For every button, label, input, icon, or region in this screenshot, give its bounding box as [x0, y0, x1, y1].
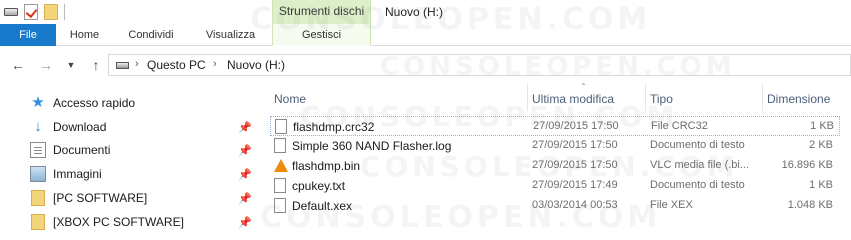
breadcrumb-chevron-icon[interactable]: ›	[213, 58, 217, 70]
text-file-icon	[274, 138, 286, 153]
file-name: cpukey.txt	[292, 179, 346, 193]
column-header-modified[interactable]: Ultima modifica	[528, 84, 646, 111]
file-size: 2 KB	[809, 139, 833, 151]
tab-manage[interactable]: Gestisci	[272, 24, 371, 46]
tab-view[interactable]: Visualizza	[189, 24, 272, 46]
file-type: File CRC32	[651, 120, 708, 132]
file-name: Default.xex	[292, 199, 353, 213]
column-header-type[interactable]: Tipo	[646, 84, 763, 111]
drive-icon[interactable]	[4, 8, 18, 16]
file-name: flashdmp.bin	[292, 159, 361, 173]
context-tab-group-header: Strumenti dischi	[272, 0, 371, 24]
download-icon: ↓	[34, 118, 42, 135]
file-icon	[274, 198, 286, 213]
file-row[interactable]: Simple 360 NAND Flasher.log 27/09/2015 1…	[270, 136, 840, 156]
column-header-label: Ultima modifica	[532, 92, 615, 106]
file-row[interactable]: cpukey.txt 27/09/2015 17:49 Documento di…	[270, 176, 840, 196]
navigation-pane: ★ Accesso rapido ↓ Download 📌 Documenti …	[0, 84, 258, 240]
nav-item-download[interactable]: ↓ Download 📌	[0, 116, 258, 138]
pin-icon[interactable]: 📌	[238, 216, 252, 229]
file-type: Documento di testo	[650, 139, 745, 151]
breadcrumb-current-drive[interactable]: Nuovo (H:)	[227, 58, 285, 72]
forward-arrow-icon[interactable]: →	[38, 57, 54, 73]
pin-icon[interactable]: 📌	[238, 168, 252, 181]
nav-item-xbox-pc-software[interactable]: [XBOX PC SOFTWARE] 📌	[0, 211, 258, 233]
column-header-size[interactable]: Dimensione	[763, 84, 834, 111]
title-bar: Strumenti dischi Nuovo (H:)	[0, 0, 851, 24]
file-modified: 27/09/2015 17:50	[532, 139, 618, 151]
file-icon	[275, 119, 287, 134]
file-type: File XEX	[650, 199, 693, 211]
star-icon: ★	[31, 94, 45, 111]
column-header-label: Dimensione	[767, 92, 831, 106]
file-size: 1 KB	[810, 120, 834, 132]
new-folder-icon[interactable]	[44, 4, 58, 20]
file-size: 1 KB	[809, 179, 833, 191]
file-modified: 27/09/2015 17:50	[532, 159, 618, 171]
file-size: 1.048 KB	[787, 199, 833, 211]
file-name: Simple 360 NAND Flasher.log	[292, 139, 452, 153]
file-modified: 27/09/2015 17:49	[532, 179, 618, 191]
properties-icon[interactable]	[24, 4, 38, 20]
address-bar[interactable]: › Questo PC › Nuovo (H:)	[108, 54, 851, 76]
file-modified: 03/03/2014 00:53	[532, 199, 618, 211]
nav-item-documents[interactable]: Documenti 📌	[0, 139, 258, 161]
drive-icon	[116, 62, 129, 69]
nav-item-label: Accesso rapido	[53, 96, 136, 110]
ribbon-tabs: File Home Condividi Visualizza Gestisci	[0, 24, 851, 46]
nav-item-label: [XBOX PC SOFTWARE]	[53, 215, 184, 229]
pin-icon[interactable]: 📌	[238, 192, 252, 205]
column-header-label: Nome	[274, 92, 307, 106]
file-modified: 27/09/2015 17:50	[533, 120, 619, 132]
nav-item-label: Documenti	[53, 143, 111, 157]
toolbar-separator	[64, 4, 65, 20]
up-arrow-icon[interactable]: ↑	[88, 57, 104, 73]
file-row[interactable]: flashdmp.bin 27/09/2015 17:50 VLC media …	[270, 156, 840, 176]
file-list: ⌃ Nome Ultima modifica Tipo Dimensione f…	[270, 82, 851, 240]
nav-item-quick-access[interactable]: ★ Accesso rapido	[0, 92, 258, 114]
navigation-bar: ← → ▼ ↑ › Questo PC › Nuovo (H:)	[0, 46, 851, 84]
recent-locations-chevron-icon[interactable]: ▼	[66, 57, 76, 73]
back-arrow-icon[interactable]: ←	[10, 57, 26, 73]
file-row[interactable]: Default.xex 03/03/2014 00:53 File XEX 1.…	[270, 196, 840, 216]
quick-access-toolbar	[4, 3, 65, 21]
column-header-label: Tipo	[650, 92, 673, 106]
file-row[interactable]: flashdmp.crc32 27/09/2015 17:50 File CRC…	[270, 116, 840, 136]
file-type: Documento di testo	[650, 179, 745, 191]
pictures-icon	[30, 166, 46, 182]
vlc-icon	[274, 158, 288, 173]
tab-home[interactable]: Home	[56, 24, 113, 46]
folder-icon	[31, 214, 45, 230]
file-type: VLC media file (.bi...	[650, 159, 750, 171]
nav-item-pictures[interactable]: Immagini 📌	[0, 163, 258, 185]
nav-item-label: Download	[53, 120, 107, 134]
text-file-icon	[274, 178, 286, 193]
pin-icon[interactable]: 📌	[238, 121, 252, 134]
nav-item-label: Immagini	[53, 167, 102, 181]
folder-icon	[31, 190, 45, 206]
nav-item-pc-software[interactable]: [PC SOFTWARE] 📌	[0, 187, 258, 209]
window-title: Nuovo (H:)	[385, 5, 444, 19]
file-name: flashdmp.crc32	[293, 120, 375, 134]
context-tab-group-label: Strumenti dischi	[278, 4, 365, 18]
documents-icon	[30, 142, 46, 158]
tab-share[interactable]: Condividi	[113, 24, 189, 46]
file-size: 16.896 KB	[781, 159, 833, 171]
nav-item-label: [PC SOFTWARE]	[53, 191, 148, 205]
breadcrumb-this-pc[interactable]: Questo PC	[147, 58, 206, 72]
breadcrumb-chevron-icon[interactable]: ›	[135, 58, 139, 70]
column-header-name[interactable]: Nome	[270, 84, 528, 111]
pin-icon[interactable]: 📌	[238, 144, 252, 157]
tab-file[interactable]: File	[0, 24, 56, 46]
